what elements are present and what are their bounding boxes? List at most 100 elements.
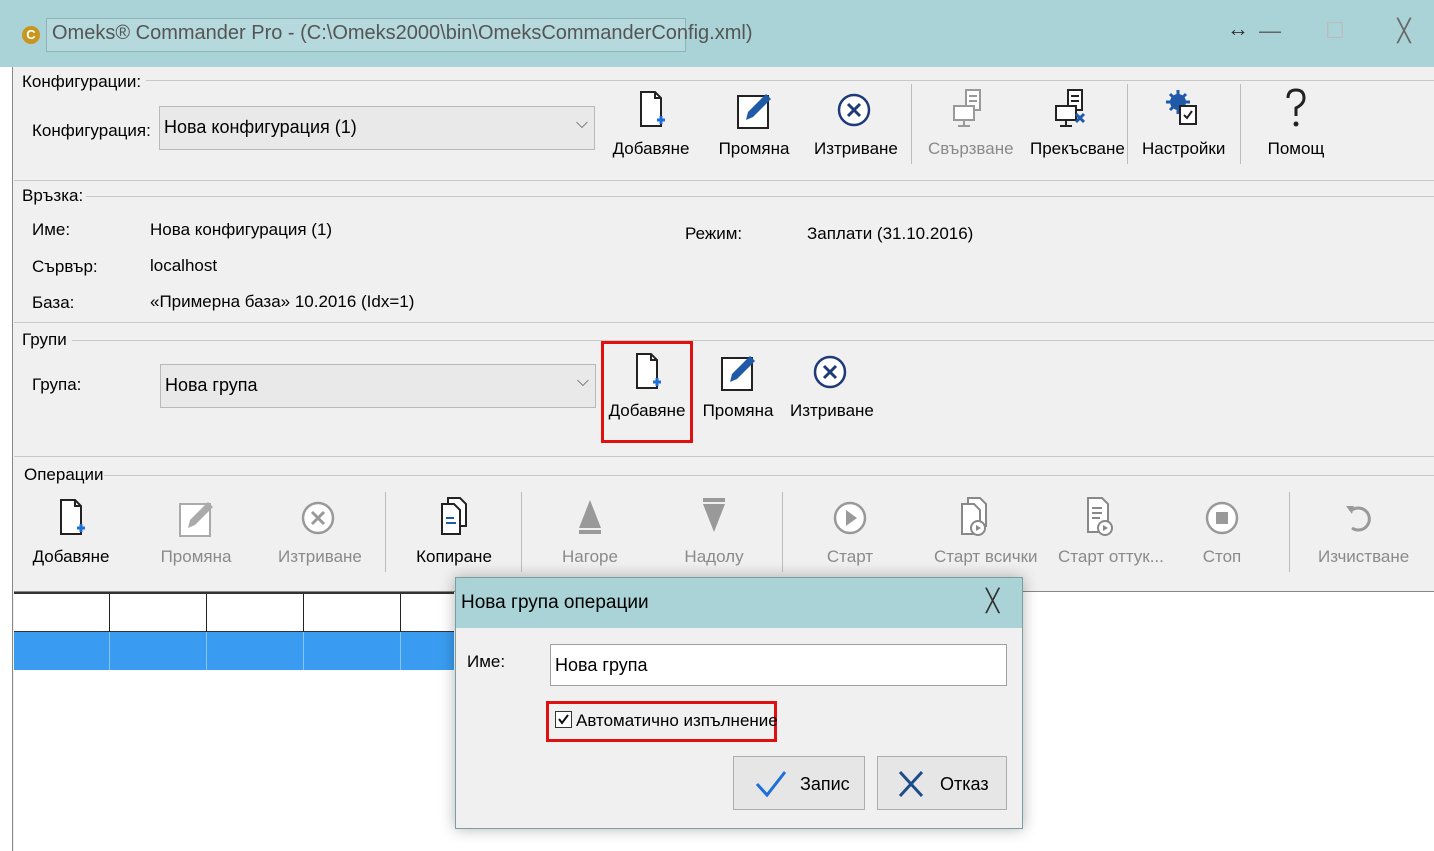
op-start-button[interactable]: Старт	[820, 496, 880, 576]
op-add-label: Добавяне	[32, 547, 110, 566]
connection-db-label: База:	[32, 293, 75, 312]
minimize-button[interactable]: —	[1250, 18, 1290, 44]
divider	[72, 340, 1434, 341]
op-start-from-here-label: Старт оттук...	[1058, 547, 1164, 566]
op-start-from-here-button[interactable]: Старт оттук...	[1058, 496, 1164, 576]
dialog-title: Нова група операции	[461, 592, 649, 613]
connection-server-value: localhost	[150, 256, 218, 275]
grid-cell-divider	[400, 632, 401, 670]
op-copy-button[interactable]: Копиране	[416, 496, 492, 576]
group-edit-label: Промяна	[702, 401, 774, 420]
dialog-name-label: Име:	[467, 652, 506, 671]
new-document-icon	[616, 350, 678, 394]
new-document-icon	[40, 496, 102, 540]
play-from-here-icon	[1068, 496, 1128, 540]
connection-name-label: Име:	[32, 220, 71, 239]
op-down-button[interactable]: Надолу	[684, 496, 744, 576]
delete-x-icon	[824, 88, 884, 132]
op-clear-button[interactable]: Изчистване	[1318, 496, 1409, 576]
grid-cell-divider	[303, 632, 304, 670]
play-all-icon	[944, 496, 1004, 540]
copy-documents-icon	[424, 496, 484, 540]
save-button[interactable]: Запис	[733, 756, 865, 810]
config-settings-label: Настройки	[1142, 139, 1226, 158]
config-settings-button[interactable]: Настройки	[1142, 88, 1225, 168]
play-icon	[820, 496, 880, 540]
config-add-label: Добавяне	[612, 139, 690, 158]
group-select[interactable]: Нова група ⌵	[160, 364, 596, 408]
grid-column-divider[interactable]	[206, 594, 207, 632]
checkmark-icon	[558, 714, 569, 725]
op-add-button[interactable]: Добавяне	[33, 496, 109, 576]
config-connect-label: Свързване	[928, 139, 1014, 158]
config-add-button[interactable]: Добавяне	[613, 88, 689, 168]
config-disconnect-button[interactable]: Прекъсване	[1030, 88, 1125, 168]
divider	[146, 80, 1434, 81]
stop-icon	[1192, 496, 1252, 540]
config-edit-button[interactable]: Промяна	[719, 88, 789, 168]
maximize-button[interactable]: ☐	[1315, 18, 1355, 44]
grid-header	[14, 592, 454, 632]
op-start-all-button[interactable]: Старт всички	[934, 496, 1038, 576]
new-document-icon	[620, 88, 682, 132]
config-help-label: Помощ	[1267, 139, 1325, 158]
grid-column-divider[interactable]	[303, 594, 304, 632]
save-label: Запис	[800, 774, 850, 794]
divider	[86, 196, 1434, 197]
group-add-label: Добавяне	[608, 401, 686, 420]
toolbar-separator	[1240, 84, 1241, 164]
connect-computer-icon	[938, 88, 998, 132]
auto-run-label[interactable]: Автоматично изпълнение	[576, 711, 778, 731]
divider	[14, 322, 1434, 323]
grid-column-divider[interactable]	[400, 594, 401, 632]
config-section-label: Конфигурации:	[22, 72, 142, 91]
config-select[interactable]: Нова конфигурация (1) ⌵	[159, 106, 595, 150]
grid-cell-divider	[109, 632, 110, 670]
config-delete-button[interactable]: Изтриване	[814, 88, 898, 168]
group-edit-button[interactable]: Промяна	[703, 350, 773, 430]
dialog-name-field[interactable]	[550, 644, 1007, 686]
group-add-button[interactable]: Добавяне	[609, 350, 685, 430]
table-row[interactable]	[14, 632, 454, 670]
settings-gear-icon	[1152, 88, 1212, 132]
grid-column-divider[interactable]	[109, 594, 110, 632]
close-x-icon	[898, 770, 924, 798]
op-delete-label: Изтриване	[278, 547, 362, 566]
divider	[14, 180, 1434, 181]
divider	[104, 475, 1434, 476]
op-stop-label: Стоп	[1202, 547, 1242, 566]
clear-undo-icon	[1328, 496, 1388, 540]
op-up-button[interactable]: Нагоре	[560, 496, 620, 576]
connection-section-label: Връзка:	[22, 186, 84, 205]
auto-run-checkbox[interactable]	[555, 711, 572, 728]
group-delete-label: Изтриване	[790, 401, 874, 420]
op-copy-label: Копиране	[416, 547, 492, 566]
op-stop-button[interactable]: Стоп	[1192, 496, 1252, 576]
toolbar-separator	[385, 492, 386, 572]
dialog-close-button[interactable]: ╳	[986, 588, 999, 614]
op-start-all-label: Старт всички	[934, 547, 1038, 566]
op-delete-button[interactable]: Изтриване	[278, 496, 362, 576]
op-edit-label: Промяна	[160, 547, 232, 566]
connection-name-value: Нова конфигурация (1)	[150, 220, 333, 239]
help-question-icon	[1266, 88, 1326, 132]
close-button[interactable]: ╳	[1384, 18, 1424, 44]
chevron-down-icon: ⌵	[575, 115, 588, 132]
connection-mode-label: Режим:	[685, 224, 743, 243]
app-icon: C	[22, 26, 40, 44]
config-disconnect-label: Прекъсване	[1030, 139, 1125, 158]
cancel-button[interactable]: Отказ	[877, 756, 1007, 810]
config-select-value: Нова конфигурация (1)	[164, 117, 357, 137]
grid-cell-divider	[206, 632, 207, 670]
config-delete-label: Изтриване	[814, 139, 898, 158]
op-edit-button[interactable]: Промяна	[161, 496, 231, 576]
arrow-up-icon	[560, 496, 620, 540]
group-delete-button[interactable]: Изтриване	[790, 350, 874, 430]
config-connect-button[interactable]: Свързване	[928, 88, 1014, 168]
config-help-button[interactable]: Помощ	[1266, 88, 1326, 168]
toolbar-separator	[911, 84, 912, 164]
chevron-down-icon: ⌵	[576, 373, 589, 390]
cancel-label: Отказ	[940, 774, 989, 794]
window-title: Omeks® Commander Pro - (C:\Omeks2000\bin…	[52, 22, 753, 44]
groups-field-label: Група:	[32, 375, 82, 394]
